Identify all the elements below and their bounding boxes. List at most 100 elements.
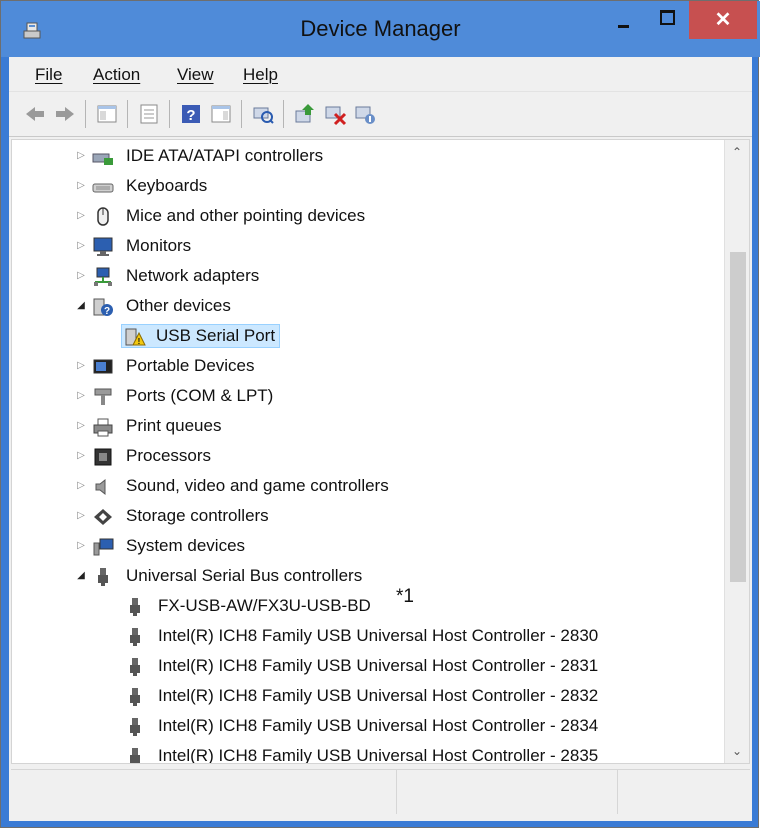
tree-item-sound-video-game[interactable]: ▷ Sound, video and game controllers xyxy=(12,472,732,502)
toolbar: ? xyxy=(9,92,752,137)
expand-arrow-icon[interactable]: ▷ xyxy=(76,511,86,521)
tree-item-intel-usb-2831[interactable]: Intel(R) ICH8 Family USB Universal Host … xyxy=(12,652,732,682)
svg-text:?: ? xyxy=(186,107,195,124)
expand-arrow-icon[interactable]: ▷ xyxy=(76,361,86,371)
scroll-down-icon[interactable]: ⌄ xyxy=(725,739,749,763)
toolbar-separator xyxy=(85,100,86,128)
device-tree[interactable]: ▷ IDE ATA/ATAPI controllers ▷ Keyboards … xyxy=(11,139,750,764)
client-area: File Action View Help ? ▷ IDE ATA/ATAPI … xyxy=(9,57,752,821)
status-cell xyxy=(11,770,397,814)
tree-item-label: IDE ATA/ATAPI controllers xyxy=(126,146,324,165)
printer-icon xyxy=(93,418,113,437)
scroll-thumb[interactable] xyxy=(730,252,746,582)
storage-controller-icon xyxy=(94,509,112,525)
tree-item-ports[interactable]: ▷ Ports (COM & LPT) xyxy=(12,382,732,412)
expand-arrow-icon[interactable]: ▷ xyxy=(76,151,86,161)
scan-hardware-changes-icon[interactable] xyxy=(251,102,275,126)
system-devices-icon xyxy=(93,538,114,556)
tree-item-label: Intel(R) ICH8 Family USB Universal Host … xyxy=(158,626,599,645)
menu-view[interactable]: View xyxy=(177,65,214,85)
ide-controller-icon xyxy=(92,153,113,165)
tree-item-label: Network adapters xyxy=(126,266,260,285)
collapse-arrow-icon[interactable]: ◢ xyxy=(76,301,86,311)
title-bar[interactable]: Device Manager ✕ xyxy=(1,1,760,57)
tree-item-storage-controllers[interactable]: ▷ Storage controllers xyxy=(12,502,732,532)
device-manager-window: Device Manager ✕ File Action View Help ? xyxy=(0,0,760,828)
uninstall-device-icon[interactable] xyxy=(323,102,347,126)
usb-icon xyxy=(130,718,140,736)
tree-item-intel-usb-2834[interactable]: Intel(R) ICH8 Family USB Universal Host … xyxy=(12,712,732,742)
tree-item-usb-controllers[interactable]: ◢ Universal Serial Bus controllers xyxy=(12,562,732,592)
tree-item-label: Intel(R) ICH8 Family USB Universal Host … xyxy=(158,686,599,705)
tree-item-portable-devices[interactable]: ▷ Portable Devices xyxy=(12,352,732,382)
expand-arrow-icon[interactable]: ▷ xyxy=(76,241,86,251)
disable-device-icon[interactable] xyxy=(353,102,377,126)
port-icon xyxy=(94,388,112,405)
tree-item-print-queues[interactable]: ▷ Print queues xyxy=(12,412,732,442)
expand-arrow-icon[interactable]: ▷ xyxy=(76,421,86,431)
maximize-icon xyxy=(660,10,675,25)
tree-item-label: Intel(R) ICH8 Family USB Universal Host … xyxy=(158,746,599,764)
forward-arrow-icon[interactable] xyxy=(53,102,77,126)
toolbar-separator xyxy=(241,100,242,128)
minimize-button[interactable] xyxy=(601,1,645,39)
portable-device-icon xyxy=(93,359,113,374)
tree-item-other-devices[interactable]: ◢ ? Other devices xyxy=(12,292,732,322)
tree-item-label: Processors xyxy=(126,446,212,465)
tree-item-label: Ports (COM & LPT) xyxy=(126,386,274,405)
properties-icon[interactable] xyxy=(137,102,161,126)
tree-item-network-adapters[interactable]: ▷ Network adapters xyxy=(12,262,732,292)
usb-icon xyxy=(98,568,108,586)
close-button[interactable]: ✕ xyxy=(689,1,757,39)
expand-arrow-icon[interactable]: ▷ xyxy=(76,451,86,461)
monitor-icon xyxy=(93,237,113,256)
tree-item-keyboards[interactable]: ▷ Keyboards xyxy=(12,172,732,202)
usb-icon xyxy=(130,658,140,676)
minimize-icon xyxy=(618,25,629,28)
tree-item-label: Sound, video and game controllers xyxy=(126,476,389,495)
tree-item-label: Intel(R) ICH8 Family USB Universal Host … xyxy=(158,656,599,675)
tree-item-label: System devices xyxy=(126,536,246,555)
tree-item-intel-usb-2835[interactable]: Intel(R) ICH8 Family USB Universal Host … xyxy=(12,742,732,764)
back-arrow-icon[interactable] xyxy=(23,102,47,126)
mouse-icon xyxy=(97,207,109,226)
tree-item-intel-usb-2830[interactable]: Intel(R) ICH8 Family USB Universal Host … xyxy=(12,622,732,652)
tree-item-processors[interactable]: ▷ Processors xyxy=(12,442,732,472)
tree-item-label: FX-USB-AW/FX3U-USB-BD xyxy=(158,596,371,615)
network-adapter-icon xyxy=(94,267,112,286)
scroll-up-icon[interactable]: ⌃ xyxy=(725,140,749,164)
tree-item-system-devices[interactable]: ▷ System devices xyxy=(12,532,732,562)
vertical-scrollbar[interactable]: ⌃ ⌄ xyxy=(724,140,749,763)
warning-device-icon: ! xyxy=(125,328,146,346)
tree-item-label: Storage controllers xyxy=(126,506,269,525)
collapse-arrow-icon[interactable]: ◢ xyxy=(76,571,86,581)
help-icon[interactable]: ? xyxy=(179,102,203,126)
tree-item-fx-usb-aw[interactable]: FX-USB-AW/FX3U-USB-BD *1 xyxy=(12,586,732,622)
show-hide-console-tree-icon[interactable] xyxy=(95,102,119,126)
tree-item-ide-ata-atapi-controllers[interactable]: ▷ IDE ATA/ATAPI controllers xyxy=(12,142,732,172)
svg-text:!: ! xyxy=(138,337,141,346)
close-icon: ✕ xyxy=(714,9,732,31)
tree-item-mice[interactable]: ▷ Mice and other pointing devices xyxy=(12,202,732,232)
menu-action[interactable]: Action xyxy=(93,65,140,85)
tree-item-monitors[interactable]: ▷ Monitors xyxy=(12,232,732,262)
expand-arrow-icon[interactable]: ▷ xyxy=(76,541,86,551)
expand-arrow-icon[interactable]: ▷ xyxy=(76,391,86,401)
update-driver-icon[interactable] xyxy=(293,102,317,126)
show-action-pane-icon[interactable] xyxy=(209,102,233,126)
menu-help[interactable]: Help xyxy=(243,65,278,85)
keyboard-icon xyxy=(92,183,114,193)
tree-item-usb-serial-port[interactable]: USB Serial Port ! xyxy=(12,322,732,352)
status-cell xyxy=(396,770,618,814)
toolbar-separator xyxy=(169,100,170,128)
expand-arrow-icon[interactable]: ▷ xyxy=(76,211,86,221)
usb-icon xyxy=(130,748,140,763)
svg-text:?: ? xyxy=(104,306,110,317)
maximize-button[interactable] xyxy=(645,1,689,39)
tree-item-intel-usb-2832[interactable]: Intel(R) ICH8 Family USB Universal Host … xyxy=(12,682,732,712)
expand-arrow-icon[interactable]: ▷ xyxy=(76,271,86,281)
expand-arrow-icon[interactable]: ▷ xyxy=(76,181,86,191)
toolbar-separator xyxy=(283,100,284,128)
expand-arrow-icon[interactable]: ▷ xyxy=(76,481,86,491)
menu-file[interactable]: File xyxy=(35,65,62,85)
